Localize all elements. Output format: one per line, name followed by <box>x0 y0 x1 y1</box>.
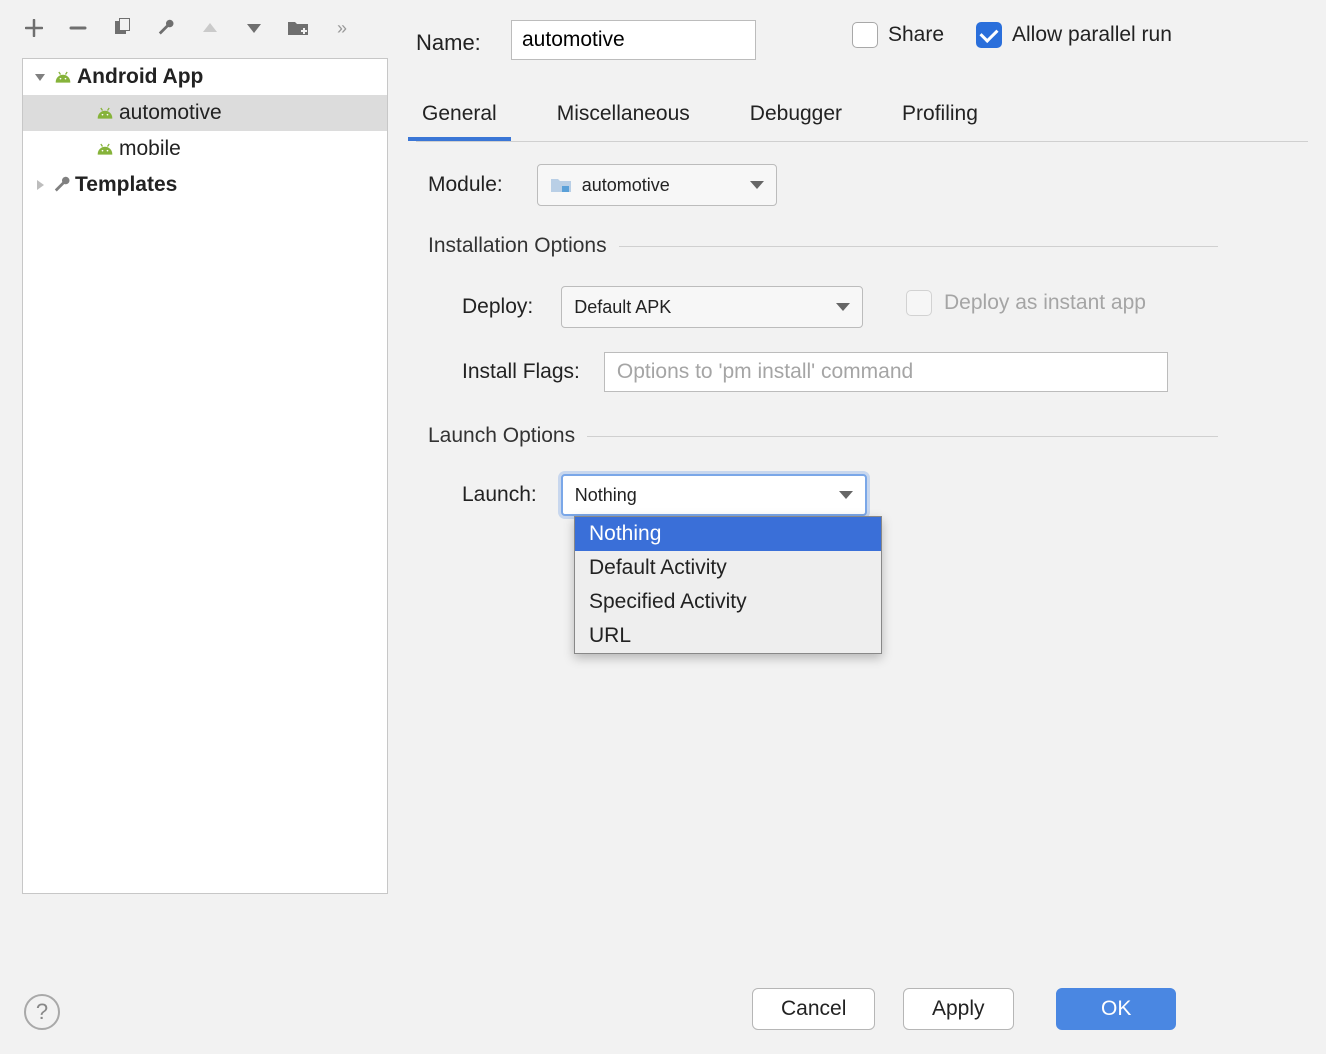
tree-item-mobile[interactable]: mobile <box>23 131 387 167</box>
share-label: Share <box>888 23 944 47</box>
folder-add-icon[interactable] <box>286 16 310 40</box>
parallel-label: Allow parallel run <box>1012 23 1172 47</box>
name-input[interactable] <box>511 20 756 60</box>
name-label: Name: <box>416 30 481 56</box>
tree-group-android-app[interactable]: Android App <box>23 59 387 95</box>
launch-value: Nothing <box>575 485 637 506</box>
deploy-label: Deploy: <box>462 295 533 319</box>
tree-toolbar: » <box>22 16 354 40</box>
configurations-tree: Android App automotive mobile Templates <box>22 58 388 894</box>
chevron-down-icon <box>836 303 850 311</box>
checkbox-checked-icon <box>976 22 1002 48</box>
share-checkbox[interactable]: Share <box>852 22 944 48</box>
deploy-instant-checkbox: Deploy as instant app <box>906 290 1146 316</box>
launch-option-url[interactable]: URL <box>575 619 881 653</box>
cancel-button[interactable]: Cancel <box>752 988 875 1030</box>
move-up-icon[interactable] <box>198 16 222 40</box>
tab-profiling[interactable]: Profiling <box>896 98 984 140</box>
more-icon[interactable]: » <box>330 16 354 40</box>
deploy-row: Deploy: Default APK <box>462 286 863 328</box>
tab-general[interactable]: General <box>416 98 503 140</box>
chevron-down-icon <box>839 491 853 499</box>
folder-icon <box>550 176 572 194</box>
module-row: Module: automotive <box>428 164 777 206</box>
tab-debugger[interactable]: Debugger <box>744 98 848 140</box>
launch-option-specified-activity[interactable]: Specified Activity <box>575 585 881 619</box>
help-button[interactable]: ? <box>24 994 60 1030</box>
deploy-select[interactable]: Default APK <box>561 286 863 328</box>
move-down-icon[interactable] <box>242 16 266 40</box>
module-label: Module: <box>428 173 503 197</box>
settings-icon[interactable] <box>154 16 178 40</box>
install-flags-label: Install Flags: <box>462 360 580 384</box>
tabs: General Miscellaneous Debugger Profiling <box>416 94 1308 142</box>
checkbox-disabled-icon <box>906 290 932 316</box>
module-select[interactable]: automotive <box>537 164 777 206</box>
module-value: automotive <box>582 175 670 196</box>
launch-option-nothing[interactable]: Nothing <box>575 517 881 551</box>
add-icon[interactable] <box>22 16 46 40</box>
tree-group-label: Android App <box>77 65 203 89</box>
launch-row: Launch: Nothing <box>462 474 867 516</box>
wrench-icon <box>53 176 71 194</box>
launch-option-default-activity[interactable]: Default Activity <box>575 551 881 585</box>
tree-group-label: Templates <box>75 173 177 197</box>
launch-select[interactable]: Nothing <box>561 474 867 516</box>
deploy-value: Default APK <box>574 297 671 318</box>
chevron-right-icon <box>31 176 49 194</box>
remove-icon[interactable] <box>66 16 90 40</box>
copy-icon[interactable] <box>110 16 134 40</box>
installation-options-header: Installation Options <box>428 234 1218 258</box>
launch-dropdown: Nothing Default Activity Specified Activ… <box>574 516 882 654</box>
chevron-down-icon <box>31 68 49 86</box>
install-flags-input[interactable] <box>604 352 1168 392</box>
deploy-instant-label: Deploy as instant app <box>944 291 1146 315</box>
tree-item-label: mobile <box>119 137 181 161</box>
android-icon <box>95 141 115 157</box>
tree-item-automotive[interactable]: automotive <box>23 95 387 131</box>
android-icon <box>95 105 115 121</box>
tree-group-templates[interactable]: Templates <box>23 167 387 203</box>
ok-button[interactable]: OK <box>1056 988 1176 1030</box>
allow-parallel-run-checkbox[interactable]: Allow parallel run <box>976 22 1172 48</box>
android-icon <box>53 69 73 85</box>
install-flags-row: Install Flags: <box>462 352 1168 392</box>
tree-item-label: automotive <box>119 101 222 125</box>
launch-label: Launch: <box>462 483 537 507</box>
tab-miscellaneous[interactable]: Miscellaneous <box>551 98 696 140</box>
chevron-down-icon <box>750 181 764 189</box>
checkbox-icon <box>852 22 878 48</box>
launch-options-header: Launch Options <box>428 424 1218 448</box>
apply-button[interactable]: Apply <box>903 988 1014 1030</box>
